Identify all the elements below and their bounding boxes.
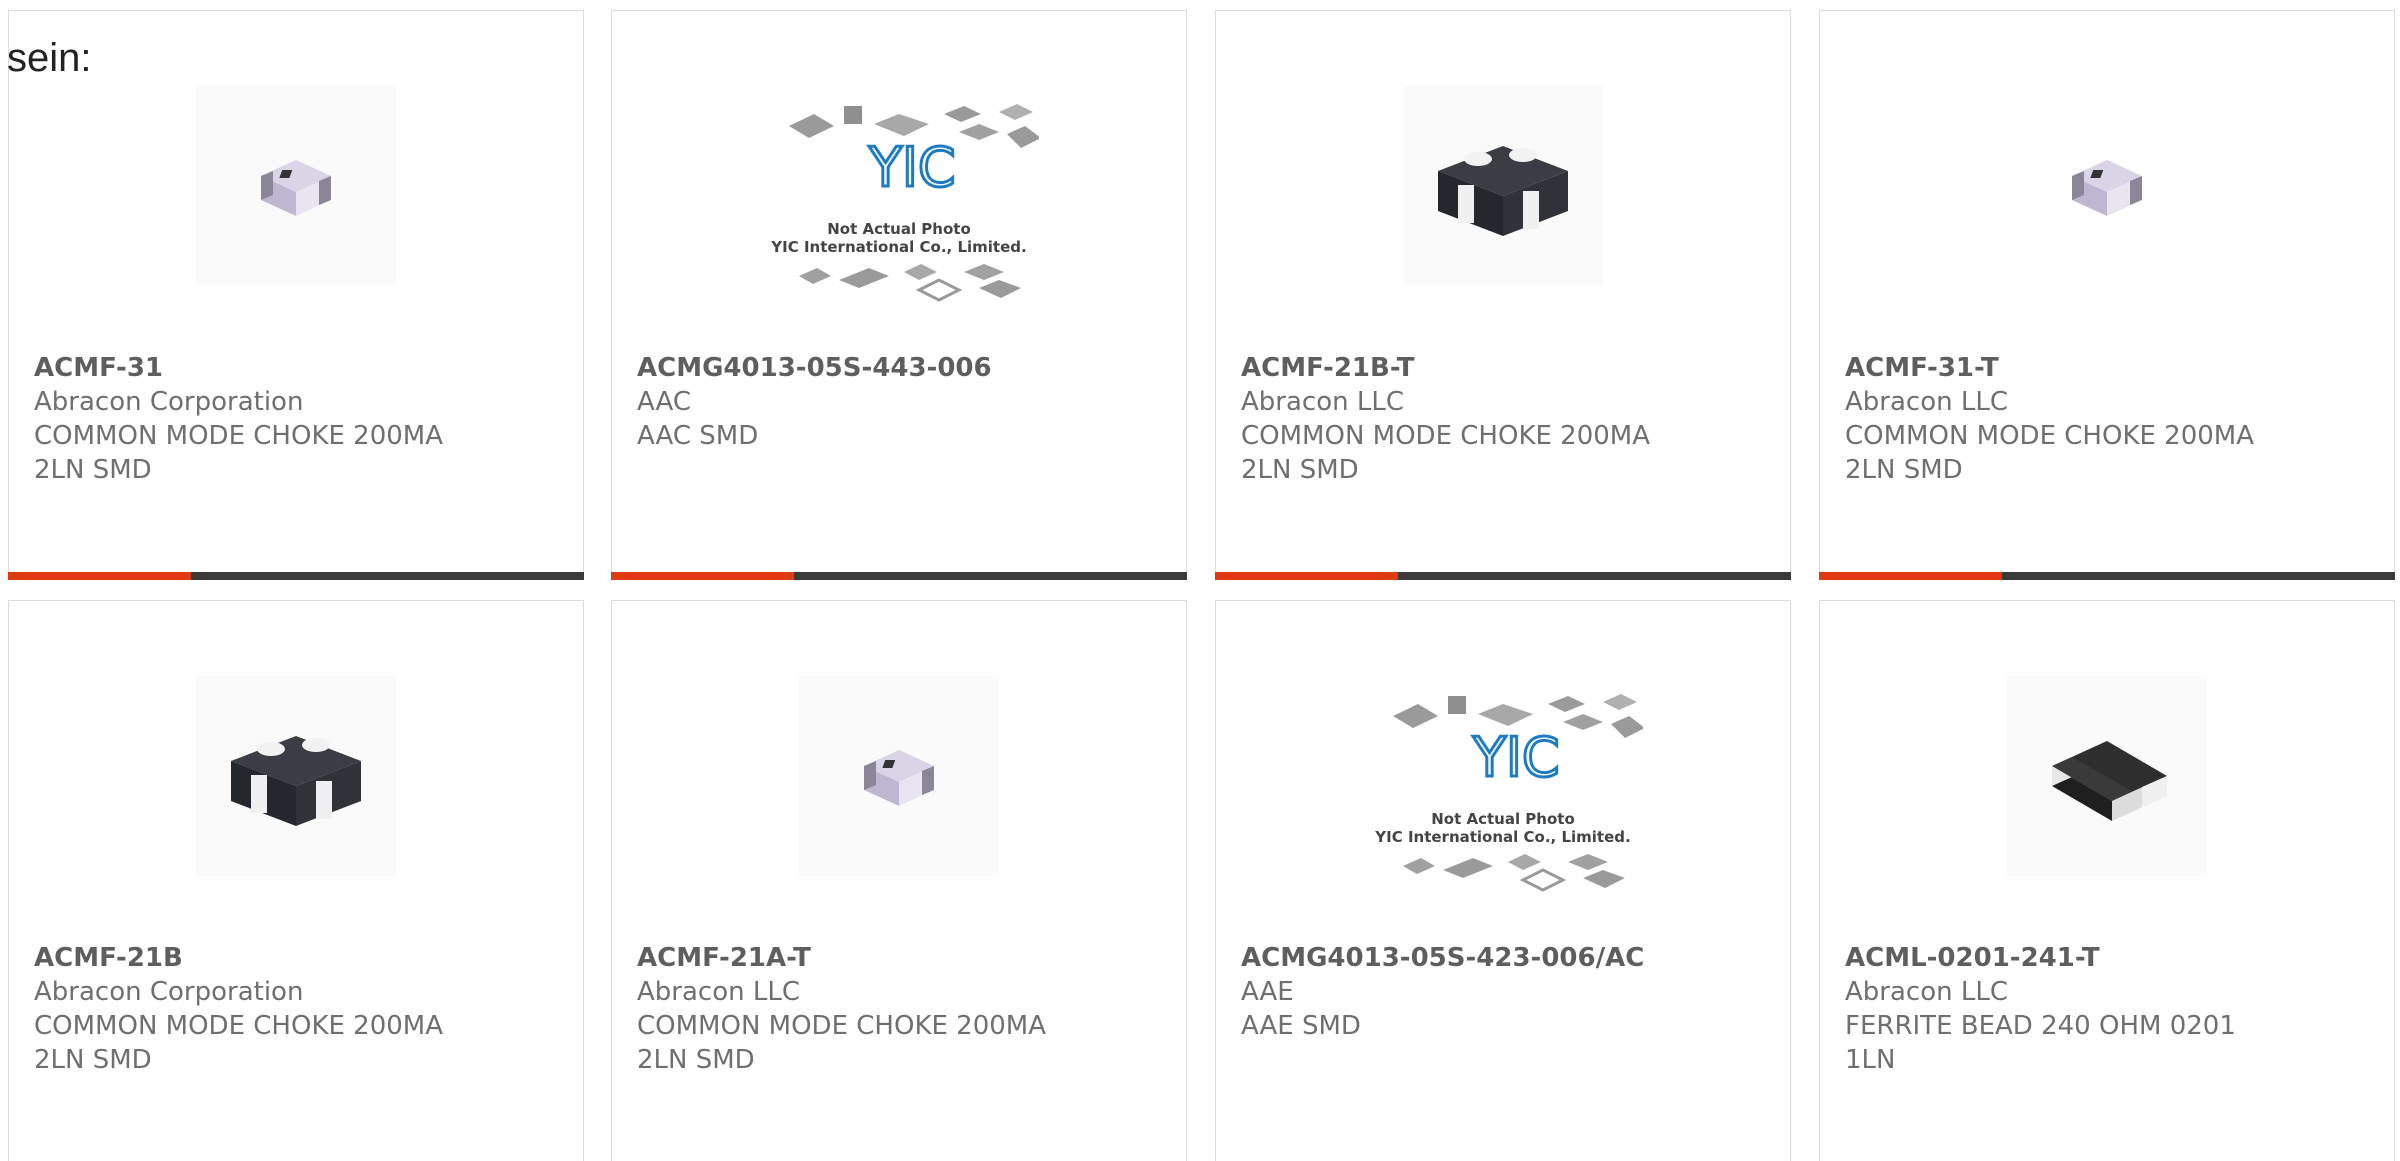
- card-footer-bar: [8, 572, 584, 580]
- part-number[interactable]: ACMF-21B: [34, 941, 563, 975]
- card-footer-bar: [611, 572, 1187, 580]
- manufacturer: Abracon LLC: [1241, 387, 1404, 417]
- placeholder-line-1: Not Actual Photo: [1431, 810, 1575, 828]
- description-line-2: 2LN SMD: [637, 1045, 755, 1075]
- description-line-2: 2LN SMD: [34, 1045, 152, 1075]
- description-line-1: COMMON MODE CHOKE 200MA: [1845, 421, 2255, 451]
- description-line-1: AAC SMD: [637, 421, 759, 451]
- part-number[interactable]: ACMF-21A-T: [637, 941, 1166, 975]
- card-accent-bar: [8, 572, 191, 580]
- product-card[interactable]: ACMF-21B Abracon Corporation COMMON MODE…: [8, 600, 584, 1161]
- caption-text: sein:: [7, 36, 92, 80]
- manufacturer: Abracon LLC: [1845, 977, 2008, 1007]
- placeholder-line-1: Not Actual Photo: [827, 220, 971, 238]
- yic-logo: YIC: [1472, 726, 1560, 789]
- placeholder-line-2: YIC International Co., Limited.: [1374, 828, 1630, 846]
- card-footer-bar: [1819, 572, 2395, 580]
- card-accent-bar: [1819, 572, 2002, 580]
- part-number[interactable]: ACMF-21B-T: [1241, 351, 1770, 385]
- part-number[interactable]: ACMF-31-T: [1845, 351, 2374, 385]
- description-line-2: 1LN: [1845, 1045, 1896, 1075]
- description-line-1: COMMON MODE CHOKE 200MA: [637, 1011, 1047, 1041]
- yic-logo: YIC: [868, 136, 956, 199]
- description-line-1: COMMON MODE CHOKE 200MA: [34, 1011, 444, 1041]
- manufacturer: AAE: [1241, 977, 1294, 1007]
- ferrite-bead-icon[interactable]: [2007, 676, 2207, 876]
- placeholder-line-2: YIC International Co., Limited.: [770, 238, 1026, 256]
- yic-placeholder-icon[interactable]: YIC Not Actual Photo YIC International C…: [759, 66, 1039, 306]
- product-card[interactable]: YIC Not Actual Photo YIC International C…: [611, 10, 1187, 580]
- manufacturer: AAC: [637, 387, 691, 417]
- product-card[interactable]: ACMF-21B-T Abracon LLC COMMON MODE CHOKE…: [1215, 10, 1791, 580]
- description-line-2: 2LN SMD: [34, 455, 152, 485]
- smd-choke-light-icon[interactable]: [196, 86, 396, 286]
- smd-choke-dark-icon[interactable]: [1403, 86, 1603, 286]
- description-line-1: COMMON MODE CHOKE 200MA: [1241, 421, 1651, 451]
- manufacturer: Abracon Corporation: [34, 387, 304, 417]
- product-grid-page: sein: ACMF-31 Abracon Corporation COMMON…: [0, 0, 2400, 1161]
- manufacturer: Abracon Corporation: [34, 977, 304, 1007]
- smd-choke-light-icon[interactable]: [799, 676, 999, 876]
- card-footer-bar: [1215, 572, 1791, 580]
- smd-choke-dark-icon[interactable]: [196, 676, 396, 876]
- manufacturer: Abracon LLC: [1845, 387, 2008, 417]
- description-line-1: COMMON MODE CHOKE 200MA: [34, 421, 444, 451]
- part-number[interactable]: ACML-0201-241-T: [1845, 941, 2374, 975]
- card-accent-bar: [611, 572, 794, 580]
- smd-choke-light-icon[interactable]: [2007, 86, 2207, 286]
- product-card[interactable]: ACMF-31-T Abracon LLC COMMON MODE CHOKE …: [1819, 10, 2395, 580]
- description-line-1: FERRITE BEAD 240 OHM 0201: [1845, 1011, 2236, 1041]
- part-number[interactable]: ACMG4013-05S-443-006: [637, 351, 1166, 385]
- manufacturer: Abracon LLC: [637, 977, 800, 1007]
- product-card[interactable]: ACML-0201-241-T Abracon LLC FERRITE BEAD…: [1819, 600, 2395, 1161]
- yic-placeholder-icon[interactable]: YIC Not Actual Photo YIC International C…: [1363, 656, 1643, 896]
- description-line-2: 2LN SMD: [1845, 455, 1963, 485]
- part-number[interactable]: ACMG4013-05S-423-006/AC: [1241, 941, 1770, 975]
- product-card[interactable]: ACMF-31 Abracon Corporation COMMON MODE …: [8, 10, 584, 580]
- product-card[interactable]: ACMF-21A-T Abracon LLC COMMON MODE CHOKE…: [611, 600, 1187, 1161]
- description-line-1: AAE SMD: [1241, 1011, 1361, 1041]
- part-number[interactable]: ACMF-31: [34, 351, 563, 385]
- card-accent-bar: [1215, 572, 1398, 580]
- product-card[interactable]: YIC Not Actual Photo YIC International C…: [1215, 600, 1791, 1161]
- description-line-2: 2LN SMD: [1241, 455, 1359, 485]
